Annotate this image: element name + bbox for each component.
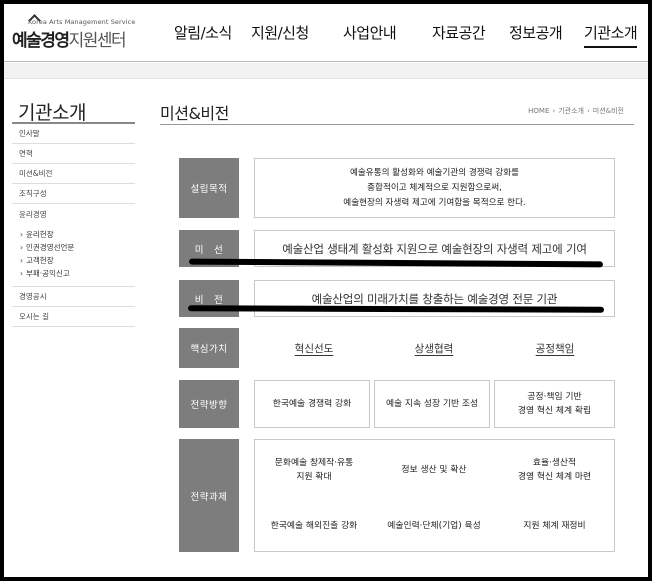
sidebar-title: 기관소개 — [18, 102, 86, 124]
purpose-row: 설립목적 예술유통의 활성화와 예술기관의 경쟁력 강화를 종합적이고 체계적으… — [179, 158, 615, 218]
sub-header-band — [4, 63, 648, 79]
nav-support[interactable]: 지원/신청 — [251, 22, 309, 43]
sidebar-item-directions[interactable]: 오시는 길 — [12, 307, 135, 327]
vision-text: 예술산업의 미래가치를 창출하는 예술경영 전문 기관 — [311, 291, 558, 306]
tasks-row: 전략과제 문화예술 창제작·유통 지원 확대 정보 생산 및 확산 효율·생산적… — [179, 439, 615, 552]
nav-business[interactable]: 사업안내 — [343, 22, 397, 43]
mission-text: 예술산업 생태계 활성화 지원으로 예술현장의 자생력 제고에 기여 — [282, 241, 587, 256]
strategy-row: 전략방향 한국예술 경쟁력 강화 예술 지속 성장 기반 조성 공정·책임 기반… — [179, 380, 615, 428]
logo-korean-name: 예술경영지원센터 — [12, 26, 127, 51]
site-header: Korea Arts Management Service 예술경영지원센터 알… — [4, 4, 648, 62]
task-item: 정보 생산 및 확산 — [401, 465, 467, 475]
sidebar-item-organization[interactable]: 조직구성 — [12, 184, 135, 204]
breadcrumb-current: 미션&비전 — [592, 107, 624, 115]
core-value-item: 공정책임 — [535, 342, 575, 355]
purpose-line: 예술유통의 활성화와 예술기관의 경쟁력 강화를 — [349, 167, 520, 178]
nav-resources[interactable]: 자료공간 — [432, 22, 486, 43]
vision-label: 비 전 — [179, 280, 239, 317]
purpose-line: 종합적이고 체계적으로 지원함으로써, — [367, 182, 502, 193]
breadcrumb-about[interactable]: 기관소개 — [558, 107, 584, 115]
logo-english-name: Korea Arts Management Service — [28, 18, 136, 26]
core-values-row: 핵심가치 혁신선도 상생협력 공정책임 — [179, 328, 615, 368]
breadcrumb-separator-icon: › — [552, 107, 556, 115]
breadcrumb-separator-icon: › — [586, 107, 590, 115]
task-item: 한국예술 해외진출 강화 — [270, 521, 358, 531]
breadcrumb: HOME › 기관소개 › 미션&비전 — [528, 106, 624, 116]
sidebar-subitem-ethics-charter[interactable]: 윤리헌장 — [12, 228, 135, 241]
purpose-label: 설립목적 — [179, 158, 239, 218]
sidebar-item-ethics[interactable]: 윤리경영 — [12, 208, 135, 222]
nav-disclosure[interactable]: 정보공개 — [509, 22, 563, 43]
purpose-line: 예술현장의 자생력 제고에 기여함을 목적으로 한다. — [343, 197, 526, 208]
strategy-item: 예술 지속 성장 기반 조성 — [374, 380, 490, 428]
sidebar-item-mission-vision[interactable]: 미션&비전 — [12, 164, 135, 184]
purpose-cell: 예술유통의 활성화와 예술기관의 경쟁력 강화를 종합적이고 체계적으로 지원함… — [254, 158, 615, 218]
sidebar-item-greeting[interactable]: 인사말 — [12, 124, 135, 144]
logo-text-light: 지원센터 — [68, 31, 127, 51]
tasks-label: 전략과제 — [179, 439, 239, 552]
task-item: 예술인력·단체(기업) 육성 — [387, 521, 481, 531]
strategy-label: 전략방향 — [179, 380, 239, 428]
task-item: 효율·생산적 경영 혁신 체계 마련 — [517, 458, 592, 482]
page-frame: Korea Arts Management Service 예술경영지원센터 알… — [4, 4, 648, 577]
sidebar-item-history[interactable]: 연혁 — [12, 144, 135, 164]
sidebar-subitem-human-rights[interactable]: 인권경영선언문 — [12, 241, 135, 254]
site-logo[interactable]: Korea Arts Management Service 예술경영지원센터 — [10, 14, 140, 56]
nav-about[interactable]: 기관소개 — [584, 22, 638, 48]
sidebar-group-ethics: 윤리경영 윤리헌장 인권경영선언문 고객헌장 부패·공익신고 — [12, 204, 135, 287]
sidebar-subitem-customer-charter[interactable]: 고객헌장 — [12, 254, 135, 267]
core-value-item: 혁신선도 — [294, 342, 334, 355]
core-value-item: 상생협력 — [414, 342, 454, 355]
strategy-item: 한국예술 경쟁력 강화 — [254, 380, 370, 428]
sidebar-subitem-report[interactable]: 부패·공익신고 — [12, 267, 135, 280]
breadcrumb-home[interactable]: HOME — [528, 107, 549, 115]
main-navigation: 알림/소식 지원/신청 사업안내 자료공간 정보공개 기관소개 — [154, 4, 648, 62]
title-divider — [160, 124, 634, 125]
task-item: 지원 체계 재정비 — [523, 521, 586, 531]
logo-text-bold: 예술경영 — [12, 31, 70, 51]
page-title: 미션&비전 — [160, 104, 229, 123]
strategy-item: 공정·책임 기반 경영 혁신 체계 확립 — [494, 380, 615, 428]
core-values-label: 핵심가치 — [179, 328, 239, 368]
sidebar-menu: 인사말 연혁 미션&비전 조직구성 윤리경영 윤리헌장 인권경영선언문 고객헌장… — [12, 122, 135, 327]
sidebar-item-disclosure[interactable]: 경영공시 — [12, 287, 135, 307]
task-item: 문화예술 창제작·유통 지원 확대 — [274, 458, 354, 482]
nav-notice[interactable]: 알림/소식 — [174, 22, 232, 43]
